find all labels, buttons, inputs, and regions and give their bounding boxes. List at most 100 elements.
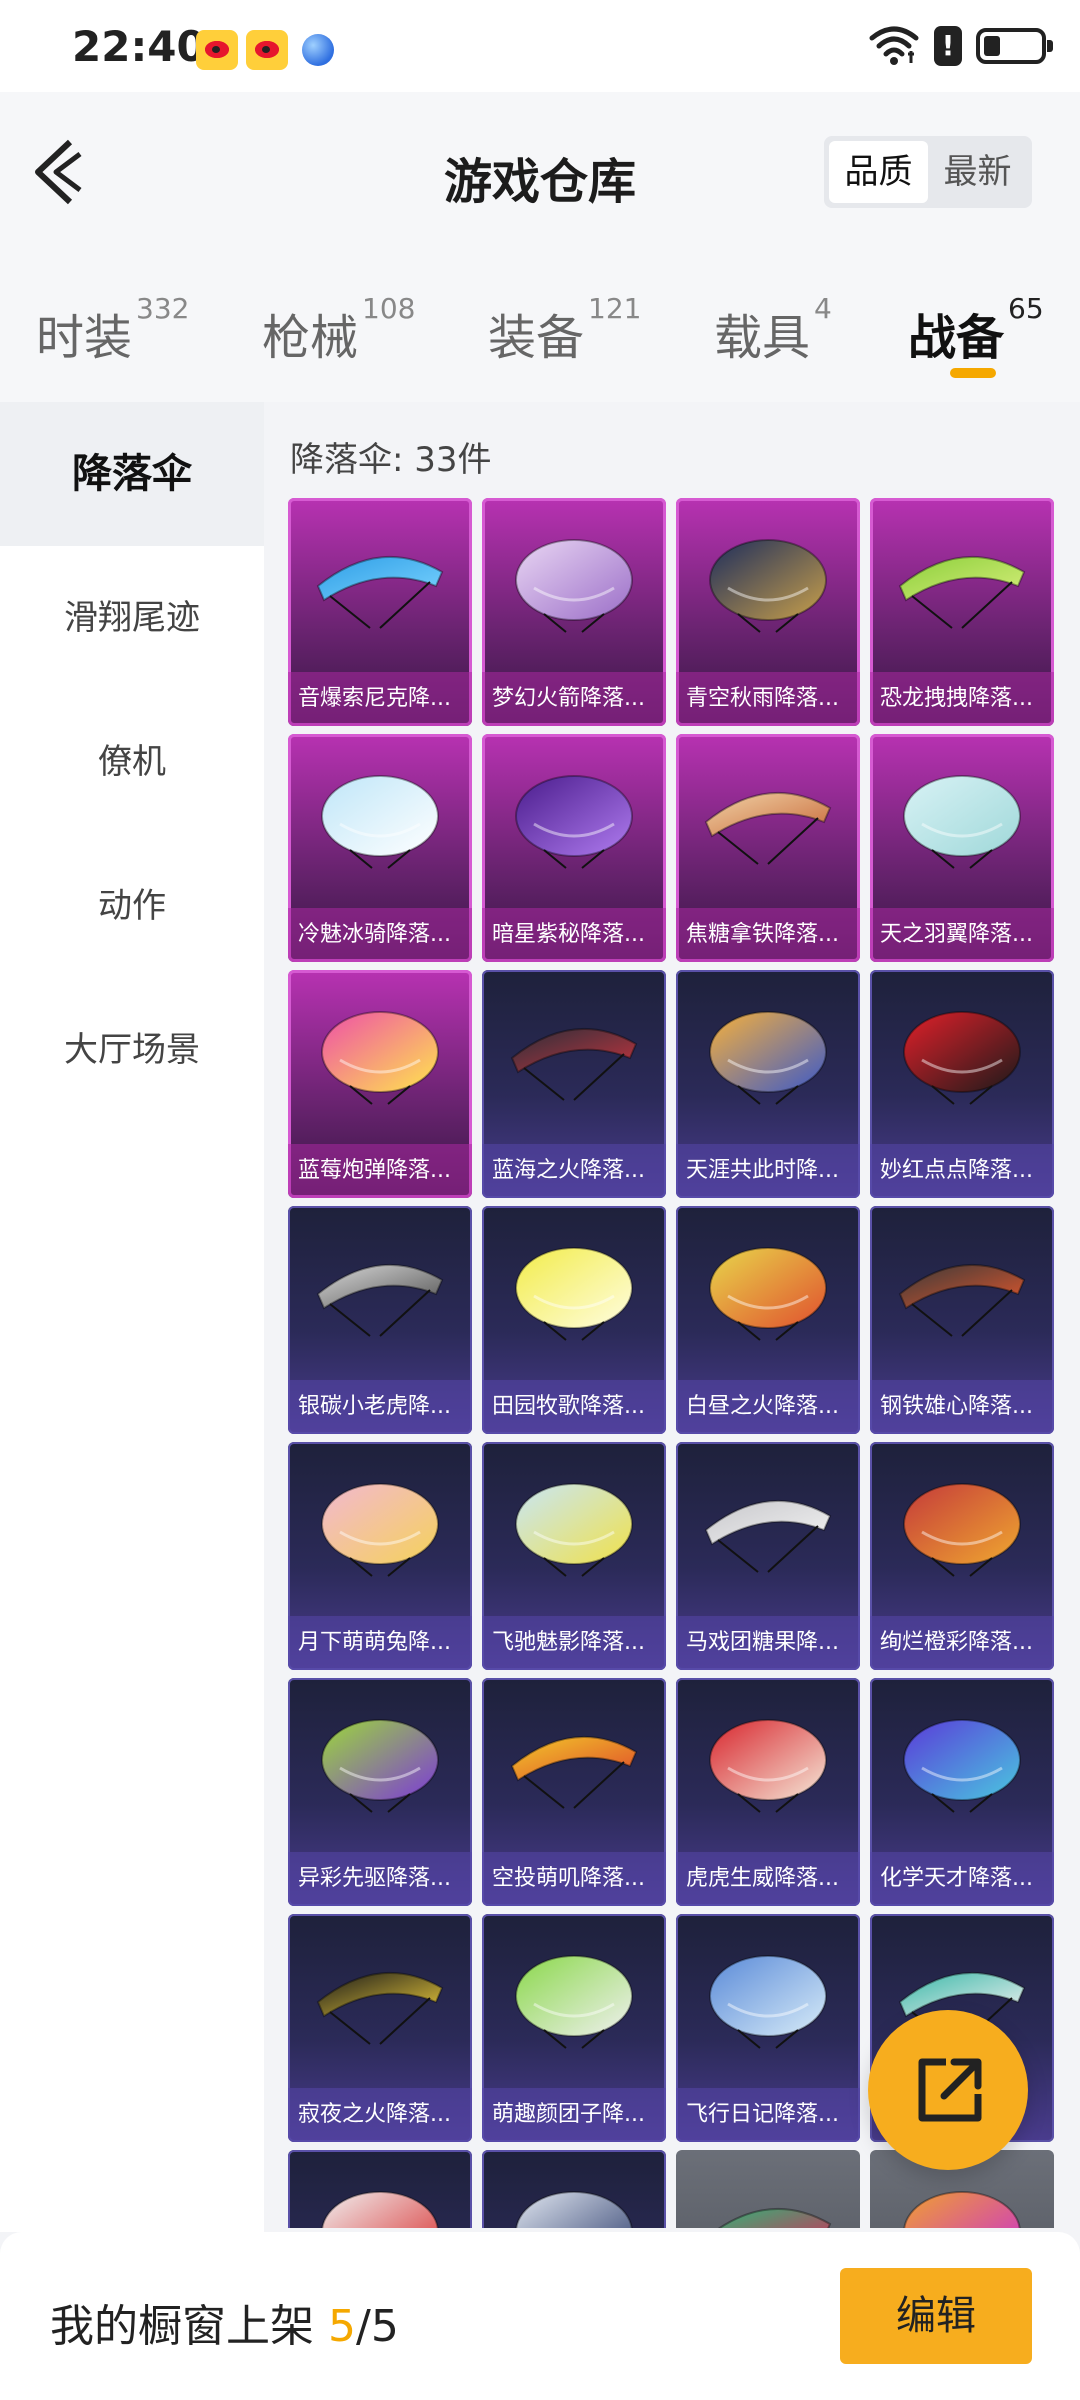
parachute-item-card[interactable]: 焦糖拿铁降落... <box>676 734 860 962</box>
parachute-item-name: 白昼之火降落... <box>676 1380 860 1434</box>
parachute-item-name: 焦糖拿铁降落... <box>676 908 860 962</box>
parachute-art-icon <box>709 1011 827 1105</box>
planet-icon <box>302 34 334 66</box>
tab-count: 108 <box>362 292 416 325</box>
sidebar-item-emote[interactable]: 动作 <box>0 834 264 978</box>
parachute-item-name: 飞驰魅影降落... <box>482 1616 666 1670</box>
parachute-art-icon <box>510 1027 638 1101</box>
tab-label: 装备 <box>488 310 585 366</box>
parachute-item-card[interactable]: 青空秋雨降落... <box>676 498 860 726</box>
sort-option-newest[interactable]: 最新 <box>928 141 1027 203</box>
parachute-item-name: 银碳小老虎降... <box>288 1380 472 1434</box>
parachute-art-icon <box>903 1011 1021 1105</box>
parachute-item-card[interactable] <box>676 2150 860 2228</box>
status-bar: 22:40 ! <box>0 0 1080 92</box>
parachute-item-card[interactable]: 银碳小老虎降... <box>288 1206 472 1434</box>
showcase-total-count: /5 <box>356 2301 399 2352</box>
edit-button[interactable]: 编辑 <box>840 2268 1032 2364</box>
parachute-art-icon <box>704 791 832 865</box>
parachute-item-card[interactable]: 异彩先驱降落... <box>288 1678 472 1906</box>
parachute-item-name: 月下萌萌兔降... <box>288 1616 472 1670</box>
parachute-item-card[interactable]: 田园牧歌降落... <box>482 1206 666 1434</box>
parachute-art-icon <box>709 539 827 633</box>
subcategory-sidebar: 降落伞 滑翔尾迹 僚机 动作 大厅场景 <box>0 402 264 2232</box>
sidebar-item-parachute[interactable]: 降落伞 <box>0 402 264 546</box>
parachute-item-card[interactable]: 白昼之火降落... <box>676 1206 860 1434</box>
parachute-item-name: 天之羽翼降落... <box>870 908 1054 962</box>
parachute-art-icon <box>515 1483 633 1577</box>
parachute-art-icon <box>903 775 1021 869</box>
parachute-item-card[interactable] <box>482 2150 666 2228</box>
parachute-item-card[interactable] <box>288 2150 472 2228</box>
parachute-item-card[interactable]: 蓝海之火降落... <box>482 970 666 1198</box>
parachute-art-icon <box>316 1263 444 1337</box>
parachute-item-card[interactable]: 绚烂橙彩降落... <box>870 1442 1054 1670</box>
active-tab-indicator <box>950 368 996 378</box>
sidebar-item-lobby-scene[interactable]: 大厅场景 <box>0 978 264 1122</box>
showcase-label: 我的橱窗上架 <box>50 2301 314 2352</box>
parachute-art-icon <box>321 1719 439 1813</box>
parachute-item-card[interactable]: 蓝莓炮弹降落... <box>288 970 472 1198</box>
parachute-item-card[interactable]: 天涯共此时降... <box>676 970 860 1198</box>
parachute-item-name: 异彩先驱降落... <box>288 1852 472 1906</box>
tab-count: 332 <box>136 292 190 325</box>
sort-option-quality[interactable]: 品质 <box>829 141 928 203</box>
parachute-item-name: 梦幻火箭降落... <box>482 672 666 726</box>
parachute-art-icon <box>316 555 444 629</box>
parachute-item-card[interactable]: 钢铁雄心降落... <box>870 1206 1054 1434</box>
bottom-bar: 我的橱窗上架 5/5 编辑 <box>0 2232 1080 2400</box>
parachute-item-name: 恐龙拽拽降落... <box>870 672 1054 726</box>
parachute-item-name: 绚烂橙彩降落... <box>870 1616 1054 1670</box>
parachute-item-card[interactable]: 寂夜之火降落... <box>288 1914 472 2142</box>
parachute-item-name: 蓝海之火降落... <box>482 1144 666 1198</box>
parachute-art-icon <box>903 1719 1021 1813</box>
parachute-art-icon <box>515 539 633 633</box>
showcase-current-count: 5 <box>328 2301 356 2352</box>
parachute-item-name: 虎虎生威降落... <box>676 1852 860 1906</box>
parachute-item-card[interactable]: 萌趣颜团子降... <box>482 1914 666 2142</box>
tab-vehicles[interactable]: 载具4 <box>714 292 832 368</box>
sidebar-item-glide-trail[interactable]: 滑翔尾迹 <box>0 546 264 690</box>
tab-combat-gear[interactable]: 战备65 <box>908 292 1044 378</box>
tab-label: 枪械 <box>262 310 359 366</box>
weibo-icon <box>246 30 288 70</box>
parachute-item-name: 冷魅冰骑降落... <box>288 908 472 962</box>
share-icon <box>918 2058 982 2122</box>
parachute-item-name: 萌趣颜团子降... <box>482 2088 666 2142</box>
parachute-item-card[interactable]: 化学天才降落... <box>870 1678 1054 1906</box>
battery-icon <box>976 28 1053 64</box>
parachute-item-card[interactable]: 飞驰魅影降落... <box>482 1442 666 1670</box>
parachute-item-card[interactable]: 冷魅冰骑降落... <box>288 734 472 962</box>
parachute-art-icon <box>321 775 439 869</box>
parachute-item-name: 青空秋雨降落... <box>676 672 860 726</box>
parachute-item-card[interactable]: 暗星紫秘降落... <box>482 734 666 962</box>
tab-firearms[interactable]: 枪械108 <box>262 292 415 368</box>
tab-equipment[interactable]: 装备121 <box>488 292 641 368</box>
parachute-art-icon <box>709 1955 827 2049</box>
category-tabs: 时装332 枪械108 装备121 载具4 战备65 <box>0 252 1080 402</box>
sidebar-item-wingman[interactable]: 僚机 <box>0 690 264 834</box>
parachute-item-name: 飞行日记降落... <box>676 2088 860 2142</box>
parachute-item-card[interactable]: 月下萌萌兔降... <box>288 1442 472 1670</box>
parachute-item-name: 妙红点点降落... <box>870 1144 1054 1198</box>
parachute-item-card[interactable]: 梦幻火箭降落... <box>482 498 666 726</box>
share-button[interactable] <box>868 2010 1028 2170</box>
parachute-item-card[interactable]: 妙红点点降落... <box>870 970 1054 1198</box>
tab-fashion[interactable]: 时装332 <box>36 292 189 368</box>
parachute-item-card[interactable]: 虎虎生威降落... <box>676 1678 860 1906</box>
item-grid: 音爆索尼克降... 梦幻火箭降落... 青空秋雨降落... 恐龙拽拽降落... 冷魅冰骑… <box>288 498 1054 2228</box>
parachute-item-card[interactable]: 飞行日记降落... <box>676 1914 860 2142</box>
parachute-art-icon <box>321 1011 439 1105</box>
parachute-item-card[interactable]: 恐龙拽拽降落... <box>870 498 1054 726</box>
parachute-art-icon <box>903 2191 1021 2228</box>
parachute-item-card[interactable]: 空投萌叽降落... <box>482 1678 666 1906</box>
parachute-item-card[interactable]: 音爆索尼克降... <box>288 498 472 726</box>
tab-count: 121 <box>588 292 642 325</box>
parachute-art-icon <box>898 1263 1026 1337</box>
tab-count: 65 <box>1008 292 1044 325</box>
parachute-item-name: 暗星紫秘降落... <box>482 908 666 962</box>
parachute-item-card[interactable]: 马戏团糖果降... <box>676 1442 860 1670</box>
parachute-item-card[interactable]: 天之羽翼降落... <box>870 734 1054 962</box>
parachute-item-name: 空投萌叽降落... <box>482 1852 666 1906</box>
parachute-item-name: 马戏团糖果降... <box>676 1616 860 1670</box>
